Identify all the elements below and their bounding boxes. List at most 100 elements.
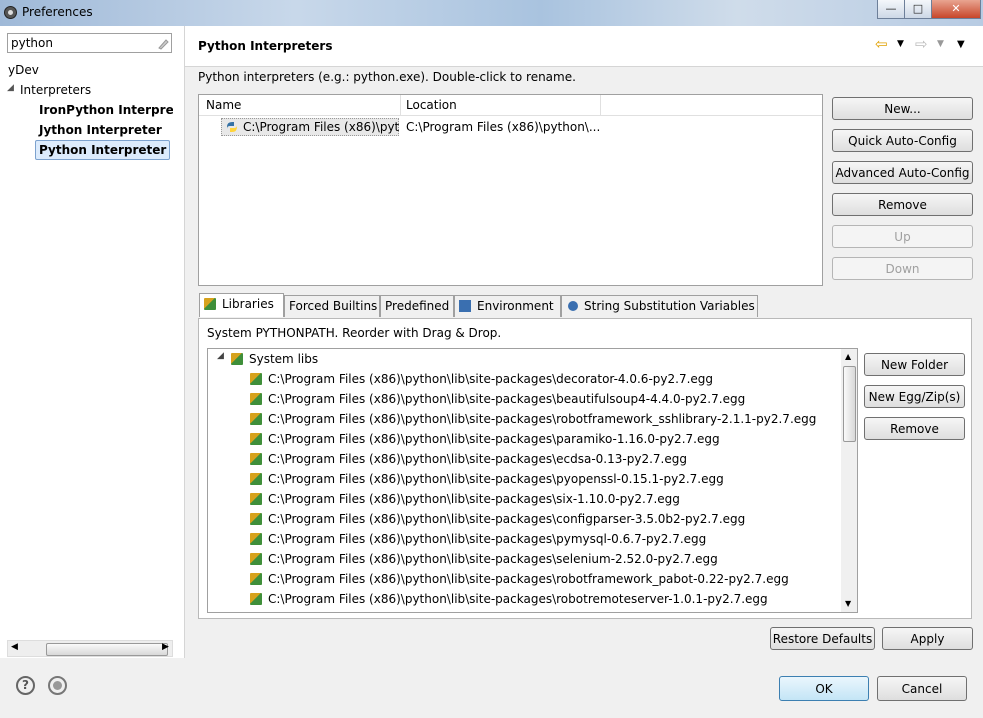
scroll-right-icon[interactable]: ▶ <box>162 642 169 652</box>
library-item[interactable]: C:\Program Files (x86)\python\lib\site-p… <box>250 469 724 489</box>
title-bar: Preferences — □ ✕ <box>0 0 983 26</box>
column-name[interactable]: Name <box>206 98 241 112</box>
library-path: C:\Program Files (x86)\python\lib\site-p… <box>268 432 720 446</box>
new-folder-button[interactable]: New Folder <box>864 353 965 376</box>
library-item[interactable]: C:\Program Files (x86)\python\lib\site-p… <box>250 369 713 389</box>
egg-icon <box>250 513 262 525</box>
ok-button[interactable]: OK <box>779 676 869 701</box>
down-button[interactable]: Down <box>832 257 973 280</box>
tab-libraries[interactable]: Libraries <box>199 293 284 317</box>
forward-menu-icon[interactable]: ▼ <box>937 39 944 49</box>
scroll-down-icon[interactable]: ▼ <box>845 599 851 608</box>
close-button[interactable]: ✕ <box>931 0 981 19</box>
remove-interpreter-button[interactable]: Remove <box>832 193 973 216</box>
libraries-tab-content: System PYTHONPATH. Reorder with Drag & D… <box>198 318 972 619</box>
help-icon[interactable]: ? <box>16 676 35 695</box>
library-item[interactable]: C:\Program Files (x86)\python\lib\site-p… <box>250 569 789 589</box>
library-item[interactable]: C:\Program Files (x86)\python\lib\site-p… <box>250 389 745 409</box>
library-path: C:\Program Files (x86)\python\lib\site-p… <box>268 572 789 586</box>
tab-predefined[interactable]: Predefined <box>380 295 454 317</box>
tree-expand-icon[interactable]: ◢ <box>7 83 14 93</box>
tree-item-pydev[interactable]: yDev <box>8 63 39 77</box>
filter-input[interactable]: python <box>11 36 53 50</box>
maximize-button[interactable]: □ <box>904 0 932 19</box>
interpreters-description: Python interpreters (e.g.: python.exe). … <box>198 70 576 84</box>
back-arrow-icon[interactable]: ⇦ <box>875 35 888 53</box>
egg-icon <box>250 373 262 385</box>
window-title: Preferences <box>22 5 93 19</box>
tree-item-python-selected[interactable]: Python Interpreter <box>35 140 171 160</box>
egg-icon <box>250 533 262 545</box>
library-path: C:\Program Files (x86)\python\lib\site-p… <box>268 552 718 566</box>
scroll-thumb[interactable] <box>46 643 168 656</box>
view-menu-icon[interactable]: ▼ <box>957 39 965 50</box>
page-header: Python Interpreters ⇦ ▼ ⇨ ▼ ▼ <box>185 26 983 67</box>
interpreter-location[interactable]: C:\Program Files (x86)\python\... <box>406 120 600 134</box>
system-libs-collapse-icon[interactable]: ◢ <box>217 351 224 361</box>
library-item[interactable]: C:\Program Files (x86)\python\lib\site-p… <box>250 589 768 609</box>
scroll-up-icon[interactable]: ▲ <box>845 352 851 361</box>
library-path: C:\Program Files (x86)\python\lib\site-p… <box>268 392 746 406</box>
library-item[interactable]: C:\Program Files (x86)\python\lib\site-p… <box>250 429 720 449</box>
library-path: C:\Program Files (x86)\python\lib\site-p… <box>268 512 746 526</box>
filter-box[interactable]: python <box>7 33 172 53</box>
tree-item-jython[interactable]: Jython Interpreter <box>39 123 162 137</box>
quick-auto-config-button[interactable]: Quick Auto-Config <box>832 129 973 152</box>
new-egg-zip-button[interactable]: New Egg/Zip(s) <box>864 385 965 408</box>
tab-string-substitution[interactable]: String Substitution Variables <box>561 295 758 317</box>
system-libs-node[interactable]: System libs <box>231 349 318 369</box>
library-path: C:\Program Files (x86)\python\lib\site-p… <box>268 372 714 386</box>
library-item[interactable]: C:\Program Files (x86)\python\lib\site-p… <box>250 449 687 469</box>
scroll-left-icon[interactable]: ◀ <box>11 642 18 652</box>
library-path: C:\Program Files (x86)\python\lib\site-p… <box>268 592 768 606</box>
page-title: Python Interpreters <box>198 39 333 53</box>
library-item[interactable]: C:\Program Files (x86)\python\lib\site-p… <box>250 549 718 569</box>
cancel-button[interactable]: Cancel <box>877 676 967 701</box>
library-path: C:\Program Files (x86)\python\lib\site-p… <box>268 472 724 486</box>
import-export-icon[interactable] <box>48 676 67 695</box>
tree-hscrollbar[interactable]: ◀ ▶ <box>7 640 173 657</box>
tree-item-interpreters[interactable]: Interpreters <box>20 83 91 97</box>
library-item[interactable]: C:\Program Files (x86)\python\lib\site-p… <box>250 509 745 529</box>
column-location[interactable]: Location <box>406 98 457 112</box>
libraries-list[interactable]: ◢ System libs C:\Program Files (x86)\pyt… <box>207 348 858 613</box>
library-path: C:\Program Files (x86)\python\lib\site-p… <box>268 452 687 466</box>
egg-icon <box>250 413 262 425</box>
library-path: C:\Program Files (x86)\python\lib\site-p… <box>268 532 707 546</box>
library-item[interactable]: C:\Program Files (x86)\python\lib\site-p… <box>250 489 680 509</box>
library-path: C:\Program Files (x86)\python\lib\site-p… <box>268 412 817 426</box>
preferences-icon <box>4 6 17 19</box>
forward-arrow-icon[interactable]: ⇨ <box>915 35 928 53</box>
clear-filter-icon[interactable] <box>156 37 169 50</box>
library-item[interactable]: C:\Program Files (x86)\python\lib\site-p… <box>250 529 706 549</box>
preference-tree-panel: python yDev ◢ Interpreters IronPython In… <box>0 26 185 658</box>
tab-forced-builtins[interactable]: Forced Builtins <box>284 295 380 317</box>
tree-item-ironpython[interactable]: IronPython Interpreter <box>39 103 173 117</box>
environment-icon <box>459 300 471 312</box>
advanced-auto-config-button[interactable]: Advanced Auto-Config <box>832 161 973 184</box>
string-substitution-icon <box>568 301 578 311</box>
tab-bar: Libraries Forced Builtins Predefined Env… <box>198 293 972 319</box>
libraries-description: System PYTHONPATH. Reorder with Drag & D… <box>207 326 502 340</box>
new-interpreter-button[interactable]: New... <box>832 97 973 120</box>
egg-icon <box>250 453 262 465</box>
egg-icon <box>250 493 262 505</box>
libraries-scroll-thumb[interactable] <box>843 366 856 442</box>
restore-defaults-button[interactable]: Restore Defaults <box>770 627 875 650</box>
library-path: C:\Program Files (x86)\python\lib\site-p… <box>268 492 680 506</box>
egg-icon <box>250 573 262 585</box>
remove-library-button[interactable]: Remove <box>864 417 965 440</box>
interpreters-table: Name Location C:\Program Files (x86)\pyt… <box>198 94 823 286</box>
back-menu-icon[interactable]: ▼ <box>897 39 904 49</box>
libraries-icon <box>204 298 216 310</box>
libraries-vscrollbar[interactable]: ▲ ▼ <box>841 349 857 612</box>
apply-button[interactable]: Apply <box>882 627 973 650</box>
interpreter-name[interactable]: C:\Program Files (x86)\pyth <box>243 120 400 134</box>
minimize-button[interactable]: — <box>877 0 905 19</box>
up-button[interactable]: Up <box>832 225 973 248</box>
egg-icon <box>250 553 262 565</box>
system-libs-icon <box>231 353 243 365</box>
python-icon <box>227 122 237 132</box>
tab-environment[interactable]: Environment <box>454 295 561 317</box>
library-item[interactable]: C:\Program Files (x86)\python\lib\site-p… <box>250 409 816 429</box>
